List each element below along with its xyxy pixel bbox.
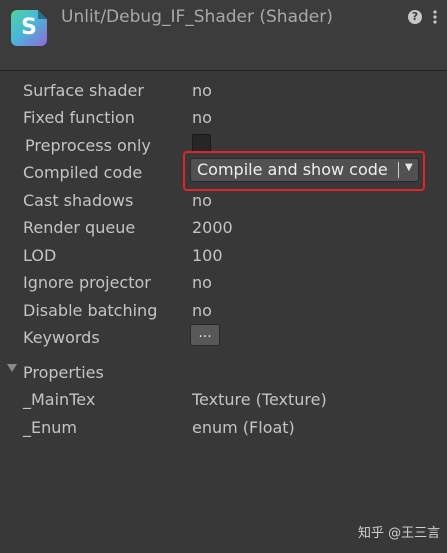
property-type: enum (Float) <box>192 418 295 437</box>
disable-batching-value: no <box>192 301 212 320</box>
dropdown-arrow-icon[interactable]: ▼ <box>405 162 413 173</box>
row-lod: LOD 100 <box>0 242 447 269</box>
ignore-projector-value: no <box>192 273 212 292</box>
lod-label: LOD <box>23 246 57 265</box>
render-queue-label: Render queue <box>23 218 136 237</box>
preprocess-only-label: Preprocess only <box>25 136 151 155</box>
watermark: 知乎 @王三言 <box>358 526 441 541</box>
row-ignore-projector: Ignore projector no <box>0 269 447 296</box>
inspector-title: Unlit/Debug_IF_Shader (Shader) <box>61 7 333 27</box>
row-keywords: Keywords <box>0 324 447 351</box>
row-surface-shader: Surface shader no <box>0 77 447 104</box>
help-icon[interactable]: ? <box>408 10 422 24</box>
compile-and-show-code-button[interactable]: Compile and show code ▼ <box>190 158 419 182</box>
kebab-menu-icon[interactable] <box>432 9 438 25</box>
shader-file-icon: S <box>11 10 47 46</box>
surface-shader-label: Surface shader <box>23 81 144 100</box>
header-divider <box>0 70 447 71</box>
property-name: _Enum <box>23 418 77 437</box>
property-row: _MainTex Texture (Texture) <box>0 386 447 413</box>
lod-value: 100 <box>192 246 223 265</box>
inspector-header: S Unlit/Debug_IF_Shader (Shader) ? <box>0 0 447 70</box>
kebab-menu-glyph <box>433 10 437 24</box>
row-render-queue: Render queue 2000 <box>0 214 447 241</box>
ignore-projector-label: Ignore projector <box>23 273 151 292</box>
property-row: _Enum enum (Float) <box>0 414 447 441</box>
compiled-code-label: Compiled code <box>23 163 143 182</box>
keywords-button[interactable]: ... <box>190 324 220 346</box>
compile-button-label: Compile and show code <box>197 160 388 179</box>
property-type: Texture (Texture) <box>192 390 327 409</box>
dropdown-separator <box>398 162 399 178</box>
disable-batching-label: Disable batching <box>23 301 158 320</box>
row-properties-header[interactable]: Properties <box>0 359 447 386</box>
fixed-function-label: Fixed function <box>23 108 135 127</box>
row-cast-shadows: Cast shadows no <box>0 187 447 214</box>
keywords-label: Keywords <box>23 328 100 347</box>
cast-shadows-label: Cast shadows <box>23 191 134 210</box>
properties-header[interactable]: Properties <box>23 363 104 382</box>
property-name: _MainTex <box>23 390 96 409</box>
surface-shader-value: no <box>192 81 212 100</box>
shader-icon-letter: S <box>21 15 37 40</box>
row-fixed-function: Fixed function no <box>0 104 447 131</box>
fixed-function-value: no <box>192 108 212 127</box>
cast-shadows-value: no <box>192 191 212 210</box>
row-disable-batching: Disable batching no <box>0 297 447 324</box>
render-queue-value: 2000 <box>192 218 233 237</box>
